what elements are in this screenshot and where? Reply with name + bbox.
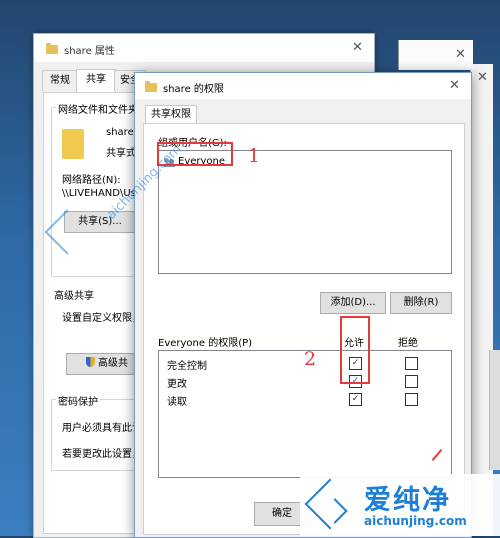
- dialog-title-bar[interactable]: share 的权限 ✕: [135, 73, 471, 99]
- shared-folder-icon: [62, 129, 84, 159]
- close-icon[interactable]: ✕: [477, 70, 488, 85]
- watermark-url: aichunjing.com: [364, 514, 467, 528]
- deny-change-checkbox[interactable]: [405, 375, 418, 388]
- permission-change: 更改: [167, 379, 187, 390]
- permissions-for-label: Everyone 的权限(P): [158, 338, 253, 349]
- annotation-number-2: 2: [304, 348, 317, 370]
- tab-general[interactable]: 常规: [42, 70, 78, 91]
- permission-full-control: 完全控制: [167, 361, 207, 372]
- password-line-2: 若要更改此设置，: [62, 449, 142, 460]
- folder-icon: [46, 43, 58, 54]
- network-path-label: 网络路径(N):: [62, 175, 121, 186]
- advanced-description: 设置自定义权限，: [62, 313, 142, 324]
- watermark-badge: 爱纯净 aichunjing.com: [300, 474, 500, 536]
- password-section-title: 密码保护: [56, 393, 100, 408]
- close-icon[interactable]: ✕: [455, 47, 466, 62]
- allow-read-checkbox[interactable]: ✓: [349, 393, 362, 406]
- tab-share-permissions[interactable]: 共享权限: [145, 105, 197, 124]
- window-title: share 属性: [64, 46, 115, 57]
- background-window-title: ✕: [398, 40, 473, 70]
- permission-read: 读取: [167, 397, 187, 408]
- password-line-1: 用户必须具有此计: [62, 423, 142, 434]
- advanced-sharing-label: 高级共: [98, 358, 128, 369]
- users-listbox[interactable]: Everyone: [158, 150, 452, 274]
- remove-button[interactable]: 删除(R): [390, 292, 452, 314]
- shield-icon: [86, 357, 95, 367]
- folder-icon: [145, 81, 157, 92]
- tab-sharing[interactable]: 共享: [76, 69, 116, 92]
- annotation-box-2: [340, 316, 370, 384]
- annotation-number-1: 1: [248, 145, 261, 167]
- advanced-section-title: 高级共享: [54, 291, 94, 302]
- deny-header: 拒绝: [398, 338, 418, 349]
- network-section-title: 网络文件和文件夹: [56, 101, 140, 116]
- scrollbar[interactable]: [489, 350, 500, 470]
- folder-state: 共享式: [106, 148, 136, 159]
- deny-read-checkbox[interactable]: [405, 393, 418, 406]
- add-button[interactable]: 添加(D)...: [320, 292, 386, 314]
- close-icon[interactable]: ✕: [352, 40, 363, 55]
- close-icon[interactable]: ✕: [449, 78, 460, 93]
- watermark-brand: 爱纯净: [364, 485, 451, 516]
- deny-full-control-checkbox[interactable]: [405, 357, 418, 370]
- dialog-title: share 的权限: [163, 84, 224, 95]
- title-bar[interactable]: share 属性 ✕: [34, 34, 374, 62]
- watermark-logo-icon: [304, 478, 356, 530]
- folder-name: share: [106, 127, 134, 138]
